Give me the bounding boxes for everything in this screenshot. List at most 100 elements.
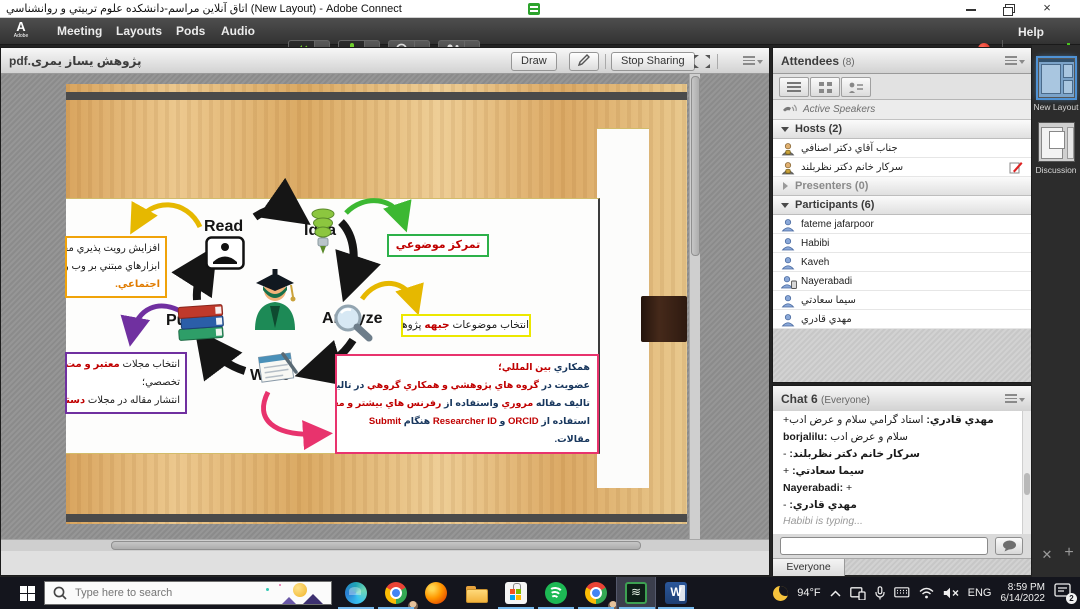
reading-icon (205, 236, 245, 275)
attendees-view-toolbar (773, 74, 1031, 100)
search-input[interactable] (75, 583, 245, 603)
menu-audio[interactable]: Audio (221, 24, 255, 38)
chrome-icon (385, 582, 407, 604)
close-button[interactable]: × (1034, 0, 1060, 17)
participant-icon (781, 218, 795, 232)
pencil-icon (577, 53, 591, 67)
microsoft-store-icon (505, 582, 527, 604)
chat-scrollbar[interactable] (1022, 411, 1031, 534)
attendee-group-header[interactable]: Presenters (0) (773, 177, 1031, 196)
attendees-pod: Attendees (8) Active Speakers Hosts (2)ج… (772, 47, 1032, 383)
collapse-icon (781, 127, 789, 136)
taskbar-app-word[interactable]: W (656, 577, 696, 609)
taskbar-app-chrome[interactable] (376, 577, 416, 609)
active-speakers-row: Active Speakers (773, 100, 1031, 120)
attendee-list-view-button[interactable] (779, 77, 809, 97)
taskbar-app-connect[interactable]: ≋ (616, 577, 656, 609)
chat-message: سيما سعادتي: + (773, 462, 1031, 479)
adobe-logo: AAdobe (8, 20, 34, 43)
chat-pod-menu-icon[interactable] (1005, 394, 1025, 406)
shared-document-viewport[interactable]: Read Idea Analyze Write Publish (1, 74, 769, 551)
volume-muted-icon[interactable] (943, 587, 959, 599)
add-layout-icon[interactable]: + (1062, 546, 1076, 560)
cast-device-icon[interactable] (850, 587, 866, 600)
chrome-icon (585, 582, 607, 604)
taskbar-app-spotify[interactable] (536, 577, 576, 609)
layout-thumb-new-layout[interactable] (1038, 58, 1075, 98)
note-box-topic-focus: تمركز موضوعي (387, 234, 489, 257)
tray-chevron-icon[interactable] (830, 590, 841, 597)
document-vertical-scrollbar[interactable] (689, 74, 700, 539)
minimize-button[interactable] (958, 0, 984, 17)
taskbar-search[interactable] (44, 581, 332, 605)
tray-microphone-icon[interactable] (875, 586, 885, 600)
tray-clock[interactable]: 8:59 PM 6/14/2022 (1001, 582, 1046, 605)
attendee-row[interactable]: سيما سعادتي (773, 291, 1031, 310)
taskbar-app-store[interactable] (496, 577, 536, 609)
attendee-row[interactable]: Nayerabadi (773, 272, 1031, 291)
participant-phone-icon (781, 275, 797, 289)
note-box-collaboration: همكاري بين المللي؛عضويت در گروه هاي پژوه… (335, 354, 599, 454)
weather-moon-icon[interactable] (773, 586, 788, 601)
help-menu[interactable]: Help (1018, 25, 1044, 39)
attendee-row[interactable]: جناب آقاي دكتر اصنافي (773, 139, 1031, 158)
taskbar-app-edge[interactable] (336, 577, 376, 609)
taskbar-app-explorer[interactable] (456, 577, 496, 609)
attendees-count: (8) (842, 57, 854, 68)
start-button[interactable] (10, 577, 44, 609)
send-message-button[interactable] (995, 537, 1023, 555)
tray-time: 8:59 PM (1008, 582, 1045, 593)
attendee-row[interactable]: Habibi (773, 234, 1031, 253)
taskbar-app-firefox[interactable] (416, 577, 456, 609)
tab-everyone[interactable]: Everyone (773, 559, 845, 576)
attendee-row[interactable]: fateme jafarpoor (773, 215, 1031, 234)
attendee-status-view-button[interactable] (841, 77, 871, 97)
v-scroll-thumb[interactable] (691, 76, 700, 256)
attendee-groups: Hosts (2)جناب آقاي دكتر اصنافيسركار خانم… (773, 120, 1031, 329)
touch-keyboard-icon[interactable] (894, 587, 910, 599)
chat-scroll-thumb[interactable] (1024, 473, 1030, 495)
pencil-tool-button[interactable] (569, 52, 599, 71)
taskbar-app-chrome2[interactable] (576, 577, 616, 609)
magnifier-icon (331, 302, 373, 347)
note-box-journals: انتخاب مجلات معتبر و متتخصصي؛انتشار مقال… (65, 352, 187, 414)
layout-thumb-discussion[interactable] (1038, 122, 1075, 162)
language-indicator[interactable]: ENG (968, 587, 992, 599)
participant-icon (781, 237, 795, 251)
lightbulb-icon (310, 208, 336, 263)
file-explorer-icon (465, 582, 487, 604)
restore-button[interactable] (996, 0, 1022, 17)
notepad-pen-icon (255, 348, 299, 391)
attendee-row[interactable]: Kaveh (773, 253, 1031, 272)
attendee-group-header[interactable]: Hosts (2) (773, 120, 1031, 139)
chat-title: Chat 6 (781, 392, 818, 406)
stop-sharing-button[interactable]: Stop Sharing (611, 52, 695, 71)
chat-message-list: مهدي قادري: استاد گرامي سلام و عرض ادب+b… (773, 411, 1031, 534)
wifi-icon[interactable] (919, 587, 934, 599)
drawing-rights-icon (1009, 161, 1023, 174)
draw-button[interactable]: Draw (511, 52, 557, 71)
menu-pods[interactable]: Pods (176, 24, 205, 38)
attendee-group-header[interactable]: Participants (6) (773, 196, 1031, 215)
menu-meeting[interactable]: Meeting (57, 24, 102, 38)
share-pod-menu-icon[interactable] (743, 56, 763, 68)
document-horizontal-scrollbar[interactable] (1, 539, 769, 551)
delete-layout-icon[interactable]: ✕ (1040, 548, 1054, 562)
host-icon (781, 161, 795, 175)
edge-icon (345, 582, 367, 604)
action-center-button[interactable]: 2 (1054, 583, 1074, 603)
expand-icon (783, 182, 792, 190)
attendees-pod-menu-icon[interactable] (1005, 56, 1025, 68)
menu-layouts[interactable]: Layouts (116, 24, 162, 38)
attendee-row[interactable]: سركار خانم دكتر نظربلند (773, 158, 1031, 177)
note-box-research-topics: انتخاب موضوعات جبهه پژوهش (401, 314, 531, 337)
chat-input[interactable] (780, 537, 988, 555)
adobe-connect-icon (528, 3, 540, 15)
typing-indicator: Habibi is typing... (773, 513, 1031, 529)
attendee-grid-view-button[interactable] (810, 77, 840, 97)
h-scroll-thumb[interactable] (111, 541, 641, 550)
weather-temp[interactable]: 94°F (797, 587, 820, 599)
fullscreen-icon[interactable] (693, 54, 711, 69)
attendee-row[interactable]: مهدي قادري (773, 310, 1031, 329)
attendees-title: Attendees (781, 54, 839, 68)
